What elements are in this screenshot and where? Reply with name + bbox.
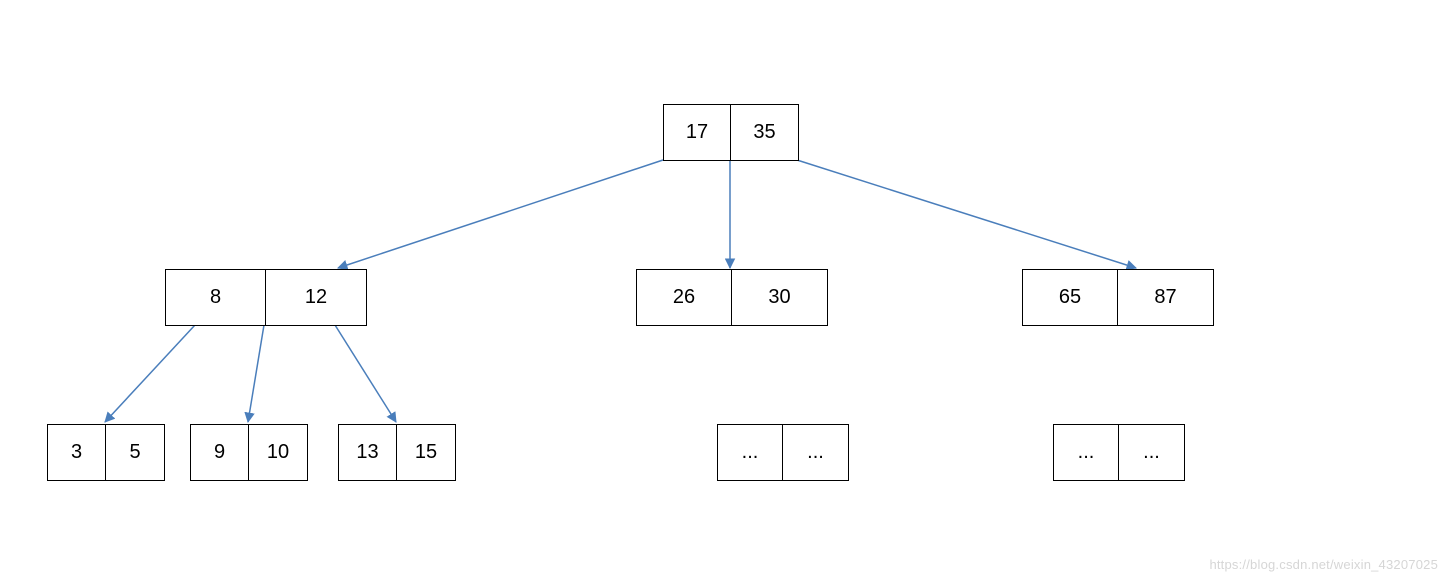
btree-internal-node-left: 8 12 [165, 269, 367, 326]
ellipsis-icon: ... [783, 425, 848, 480]
btree-key: 30 [732, 270, 827, 325]
btree-leaf-node: 3 5 [47, 424, 165, 481]
btree-placeholder-node: ... ... [1053, 424, 1185, 481]
ellipsis-icon: ... [718, 425, 783, 480]
btree-key: 65 [1023, 270, 1118, 325]
btree-leaf-node: 13 15 [338, 424, 456, 481]
btree-placeholder-node: ... ... [717, 424, 849, 481]
btree-key: 15 [397, 425, 455, 480]
btree-leaf-node: 9 10 [190, 424, 308, 481]
ellipsis-icon: ... [1054, 425, 1119, 480]
btree-internal-node-right: 65 87 [1022, 269, 1214, 326]
btree-key: 35 [731, 105, 798, 160]
watermark-text: https://blog.csdn.net/weixin_43207025 [1209, 557, 1438, 572]
btree-key: 10 [249, 425, 307, 480]
btree-key: 3 [48, 425, 106, 480]
btree-key: 8 [166, 270, 266, 325]
ellipsis-icon: ... [1119, 425, 1184, 480]
btree-key: 9 [191, 425, 249, 480]
btree-key: 12 [266, 270, 366, 325]
btree-key: 5 [106, 425, 164, 480]
btree-key: 26 [637, 270, 732, 325]
btree-key: 87 [1118, 270, 1213, 325]
btree-key: 13 [339, 425, 397, 480]
btree-key: 17 [664, 105, 731, 160]
btree-root-node: 17 35 [663, 104, 799, 161]
btree-internal-node-middle: 26 30 [636, 269, 828, 326]
